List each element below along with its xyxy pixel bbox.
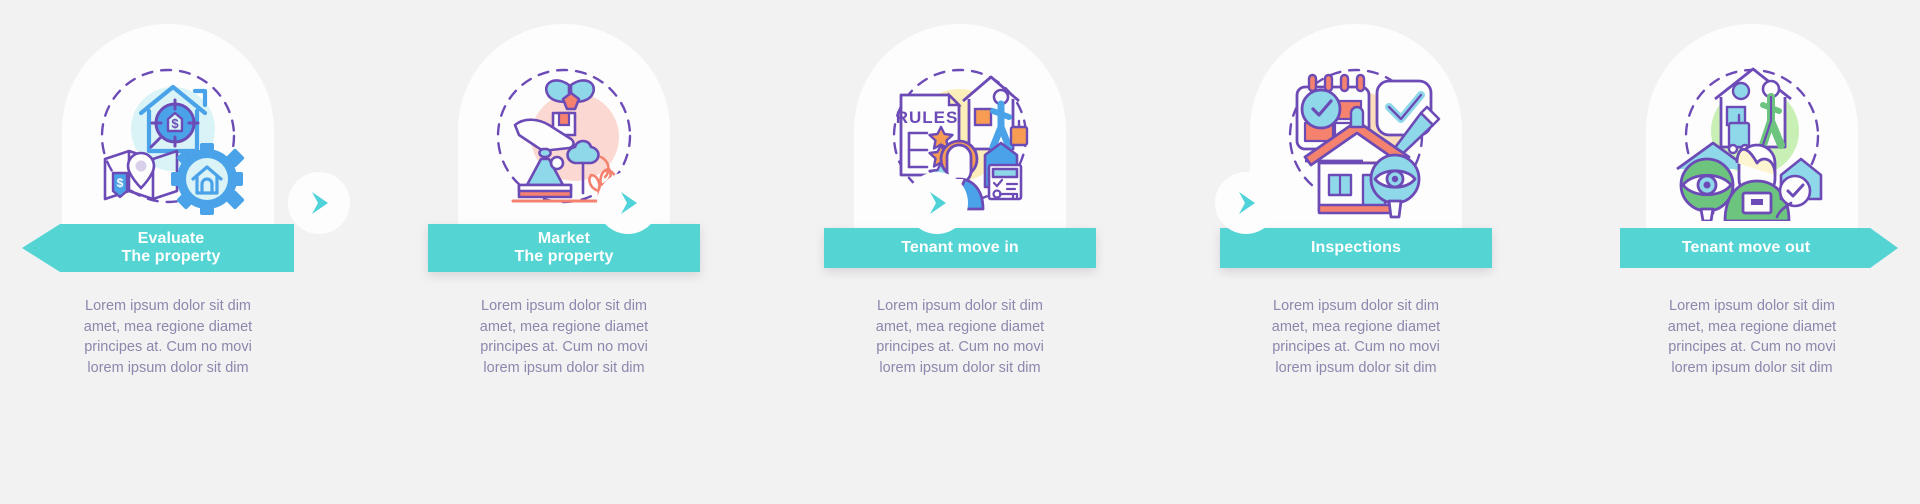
step-title-line1: Tenant move in bbox=[901, 238, 1019, 256]
svg-text:$: $ bbox=[117, 176, 124, 190]
chevron-right-icon-3 bbox=[906, 172, 968, 234]
step-banner[interactable]: Market The property bbox=[428, 224, 700, 272]
step-description: Lorem ipsum dolor sit dim amet, mea regi… bbox=[875, 298, 1045, 376]
chevron-right-icon-2 bbox=[597, 172, 659, 234]
step-icon-card bbox=[414, 0, 714, 262]
steps-row: $ $ Evaluate The property Lorem ipsum do… bbox=[0, 0, 1920, 504]
step-title-line2: The property bbox=[514, 248, 614, 265]
step-banner[interactable]: Tenant move out bbox=[1620, 228, 1898, 268]
step-banner[interactable]: Evaluate The property bbox=[22, 224, 294, 272]
svg-text:RULES: RULES bbox=[896, 108, 959, 127]
step-description: Lorem ipsum dolor sit dim amet, mea regi… bbox=[83, 298, 253, 376]
step-icon-card bbox=[1602, 0, 1902, 262]
step-banner[interactable]: Inspections bbox=[1220, 228, 1492, 268]
step-description: Lorem ipsum dolor sit dim amet, mea regi… bbox=[1667, 298, 1837, 376]
step-market-the-property[interactable]: Market The property Lorem ipsum dolor si… bbox=[414, 0, 714, 504]
calendar-inspection-icon bbox=[1271, 51, 1441, 221]
chevron-right-icon-4 bbox=[1215, 172, 1277, 234]
step-title-line1: Inspections bbox=[1310, 238, 1401, 256]
chevron-right-icon-1 bbox=[288, 172, 350, 234]
step-tenant-move-in[interactable]: RULES Tenant move in Lorem ipsum dolor s… bbox=[810, 0, 1110, 504]
svg-text:$: $ bbox=[171, 116, 179, 131]
step-description: Lorem ipsum dolor sit dim amet, mea regi… bbox=[479, 298, 649, 376]
step-banner[interactable]: Tenant move in bbox=[824, 228, 1096, 268]
step-title-line1: Evaluate bbox=[137, 229, 205, 247]
step-icon-card: $ $ bbox=[18, 0, 318, 262]
infographic-board: $ $ Evaluate The property Lorem ipsum do… bbox=[0, 0, 1920, 504]
step-title-line2: The property bbox=[121, 248, 221, 265]
step-tenant-move-out[interactable]: Tenant move out Lorem ipsum dolor sit di… bbox=[1602, 0, 1902, 504]
step-inspections[interactable]: Inspections Lorem ipsum dolor sit dim am… bbox=[1206, 0, 1506, 504]
step-title-line1: Tenant move out bbox=[1681, 238, 1811, 256]
step-evaluate-the-property[interactable]: $ $ Evaluate The property Lorem ipsum do… bbox=[18, 0, 318, 504]
tenant-moveout-icon bbox=[1667, 51, 1837, 222]
step-description: Lorem ipsum dolor sit dim amet, mea regi… bbox=[1271, 298, 1441, 376]
house-valuation-icon: $ $ bbox=[83, 51, 253, 221]
step-title-line1: Market bbox=[537, 229, 591, 247]
